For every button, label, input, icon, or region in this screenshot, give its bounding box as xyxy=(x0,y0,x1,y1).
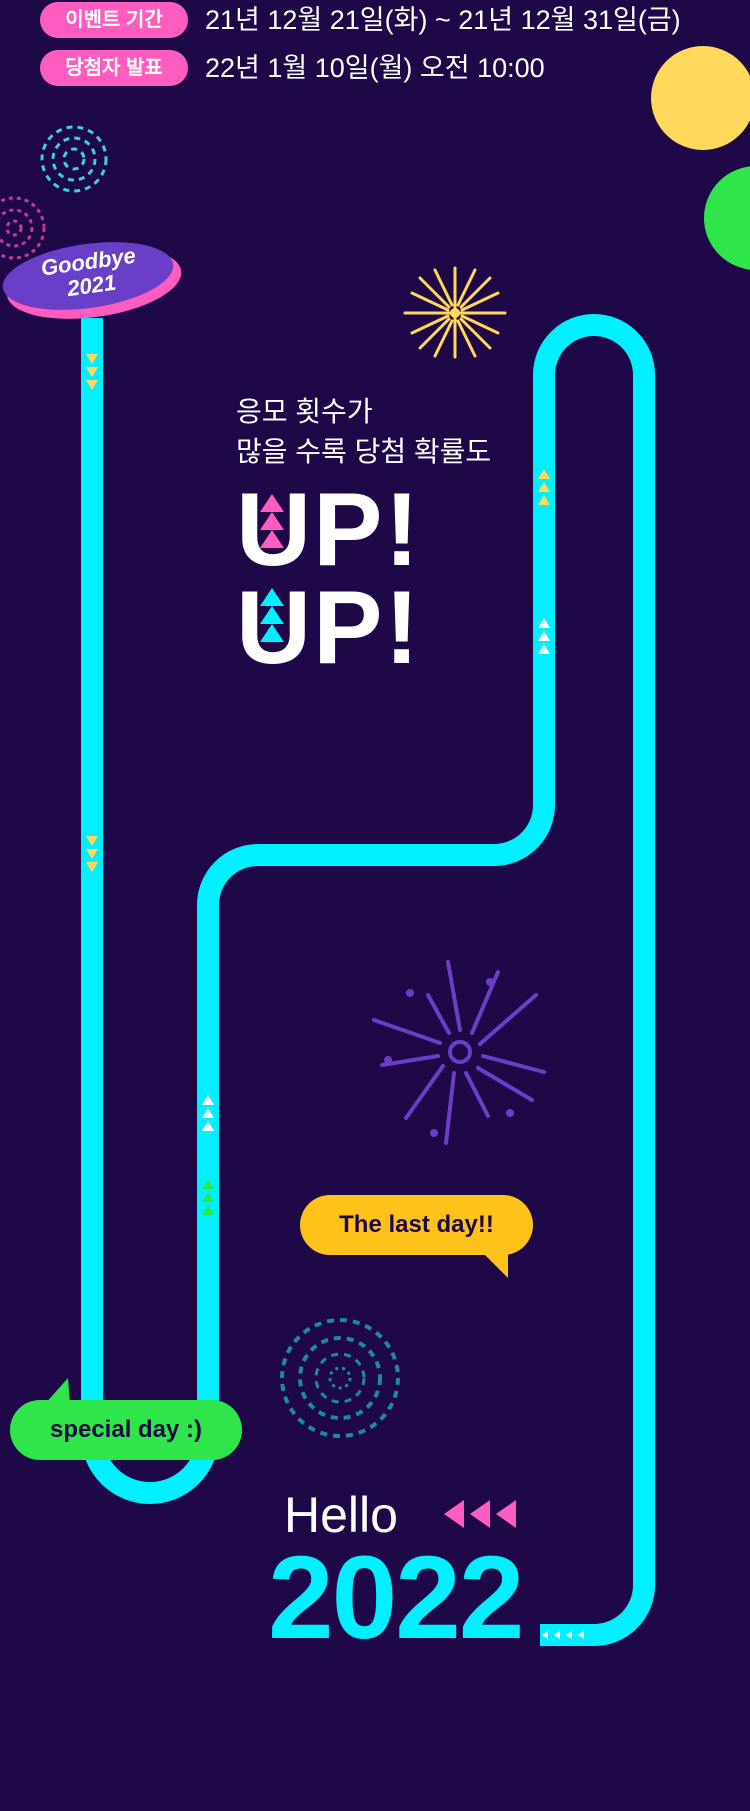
headline-line1: 응모 횟수가 xyxy=(236,396,373,427)
firework-yellow-icon xyxy=(403,266,507,359)
yellow-circle xyxy=(651,46,750,150)
last-day-bubble: The last day!! xyxy=(339,1211,494,1238)
firework-purple-icon xyxy=(372,960,546,1145)
up-text-1: UP! xyxy=(236,472,422,588)
headline-line2: 많을 수록 당첨 확률도 xyxy=(236,436,492,467)
green-circle xyxy=(704,166,750,270)
special-day-bubble: special day :) xyxy=(49,1416,203,1443)
up-text-2: UP! xyxy=(236,570,422,686)
firework-blue-icon xyxy=(280,1318,400,1438)
firework-pink-icon xyxy=(0,196,46,260)
year-2022-text: 2022 xyxy=(268,1532,525,1664)
firework-teal-icon xyxy=(40,125,108,193)
